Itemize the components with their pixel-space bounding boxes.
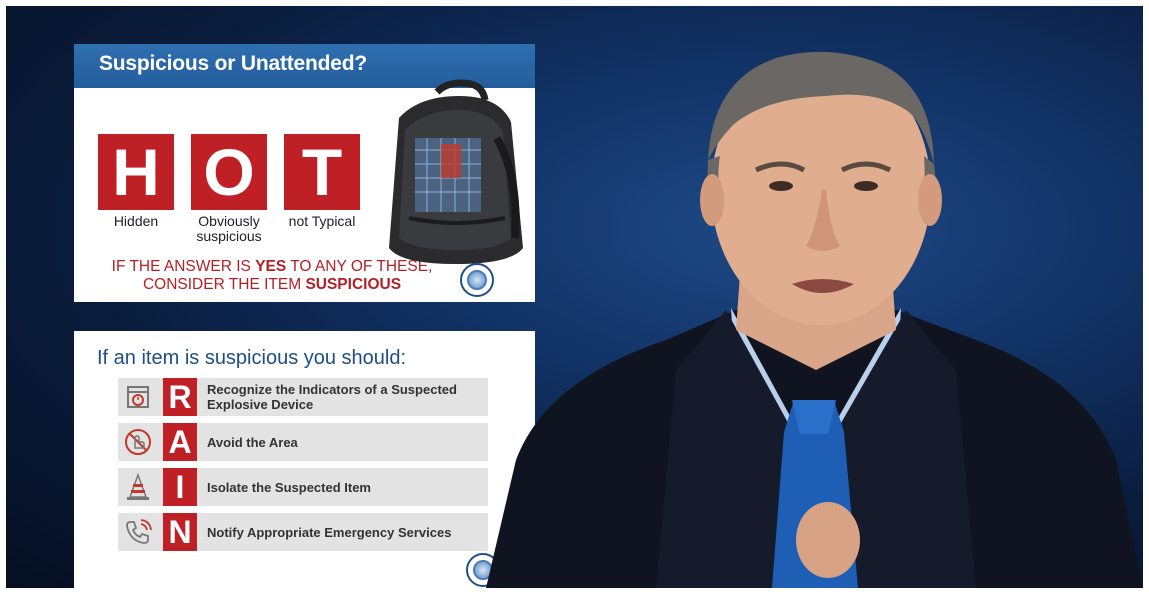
presenter-image bbox=[486, 51, 1143, 588]
traffic-cone-icon bbox=[122, 471, 154, 503]
rain-title: If an item is suspicious you should: bbox=[97, 347, 407, 369]
phone-ringing-icon bbox=[122, 516, 154, 548]
rain-letter-r: R bbox=[163, 378, 197, 416]
rain-row-recognize: R Recognize the Indicators of a Suspecte… bbox=[118, 378, 488, 416]
warning-emphasis-suspicious: SUSPICIOUS bbox=[305, 276, 402, 293]
hot-panel: Suspicious or Unattended? H O T Hidden O… bbox=[74, 44, 535, 302]
hot-caption-o: Obviously suspicious bbox=[196, 213, 262, 244]
rain-row-notify: N Notify Appropriate Emergency Services bbox=[118, 513, 488, 551]
hot-title: Suspicious or Unattended? bbox=[99, 52, 368, 75]
warning-emphasis-yes: YES bbox=[255, 258, 287, 275]
rain-letter-a: A bbox=[163, 423, 197, 461]
hot-letter-t: T bbox=[284, 134, 360, 210]
rain-panel: If an item is suspicious you should: R R… bbox=[74, 331, 535, 588]
rain-row-avoid: A Avoid the Area bbox=[118, 423, 488, 461]
hot-letter-h: H bbox=[98, 134, 174, 210]
calendar-clock-icon bbox=[122, 381, 154, 413]
rain-letter-n: N bbox=[163, 513, 197, 551]
warning-text: CONSIDER THE ITEM bbox=[142, 276, 306, 293]
rain-text-notify: Notify Appropriate Emergency Services bbox=[207, 524, 452, 540]
hot-caption-h: Hidden bbox=[113, 213, 159, 229]
rain-text-avoid: Avoid the Area bbox=[207, 434, 298, 450]
hot-caption-t: not Typical bbox=[288, 213, 356, 229]
warning-text: IF THE ANSWER IS bbox=[111, 258, 256, 275]
rain-letter-i: I bbox=[163, 468, 197, 506]
rain-text-recognize: Recognize the Indicators of a Suspected … bbox=[207, 382, 457, 412]
rain-row-isolate: I Isolate the Suspected Item bbox=[118, 468, 488, 506]
no-touch-hand-icon bbox=[122, 426, 154, 458]
rain-text-isolate: Isolate the Suspected Item bbox=[207, 479, 371, 495]
video-frame: Suspicious or Unattended? H O T Hidden O… bbox=[6, 6, 1143, 588]
hot-letter-o: O bbox=[191, 134, 267, 210]
